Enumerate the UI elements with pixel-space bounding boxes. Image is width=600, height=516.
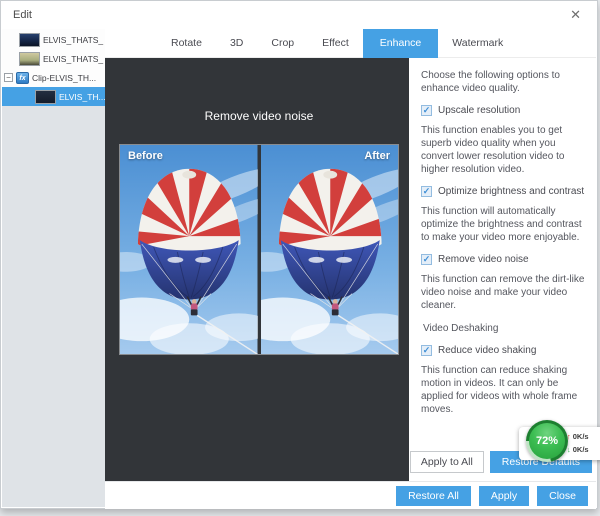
sidebar-item-video-1[interactable]: ELVIS_THATS_ xyxy=(2,30,105,49)
sidebar-item-video-2[interactable]: ELVIS_THATS_ xyxy=(2,49,105,68)
restore-all-button[interactable]: Restore All xyxy=(396,486,471,506)
sidebar-item-clip-selected[interactable]: ELVIS_TH... xyxy=(2,87,105,106)
option-description: This function enables you to get superb … xyxy=(421,124,588,176)
upload-speed-row: ↑0K/s xyxy=(567,430,589,443)
download-speed-value: 0K/s xyxy=(573,445,589,454)
tab-effect[interactable]: Effect xyxy=(308,29,363,58)
progress-badge[interactable]: 72% xyxy=(526,420,568,462)
download-arrow-icon: ↓ xyxy=(567,445,571,454)
video-label: ELVIS_THATS_ xyxy=(43,35,103,45)
tab-enhance[interactable]: Enhance xyxy=(363,29,438,58)
before-image: Before xyxy=(120,145,258,354)
option-optimize-brightness[interactable]: ✓ Optimize brightness and contrast xyxy=(421,185,588,198)
media-tree: ELVIS_THATS_ ELVIS_THATS_ − fx Clip-ELVI… xyxy=(2,29,105,106)
speed-stats: ↑0K/s ↓0K/s xyxy=(567,430,589,456)
close-button[interactable]: Close xyxy=(537,486,588,506)
tab-3d[interactable]: 3D xyxy=(216,29,257,58)
before-label: Before xyxy=(128,150,163,162)
upload-speed-value: 0K/s xyxy=(573,432,589,441)
parasail-scene xyxy=(120,145,258,354)
dialog-title: Edit xyxy=(13,9,32,21)
sidebar-item-clip-group[interactable]: − fx Clip-ELVIS_TH... xyxy=(2,68,105,87)
option-description: This function can reduce shaking motion … xyxy=(421,364,588,416)
after-label: After xyxy=(364,150,390,162)
edit-dialog: Edit ✕ ELVIS_THATS_ ELVIS_THATS_ − fx Cl… xyxy=(0,0,598,509)
media-sidebar: ELVIS_THATS_ ELVIS_THATS_ − fx Clip-ELVI… xyxy=(2,29,105,507)
option-upscale-resolution[interactable]: ✓ Upscale resolution xyxy=(421,104,588,117)
video-thumbnail xyxy=(19,33,40,47)
tab-rotate[interactable]: Rotate xyxy=(157,29,216,58)
checkbox-checked-icon[interactable]: ✓ xyxy=(421,345,432,356)
preview-title: Remove video noise xyxy=(119,109,399,123)
video-label: ELVIS_THATS_ xyxy=(43,54,103,64)
clip-icon: fx xyxy=(16,72,29,84)
apply-to-all-button[interactable]: Apply to All xyxy=(410,451,484,473)
option-description: This function can remove the dirt-like v… xyxy=(421,273,588,312)
intro-text: Choose the following options to enhance … xyxy=(421,69,588,95)
collapse-icon[interactable]: − xyxy=(4,73,13,82)
tab-crop[interactable]: Crop xyxy=(257,29,308,58)
checkbox-checked-icon[interactable]: ✓ xyxy=(421,254,432,265)
option-reduce-shaking[interactable]: ✓ Reduce video shaking xyxy=(421,344,588,357)
tab-bar: Rotate 3D Crop Effect Enhance Watermark xyxy=(105,29,596,58)
before-after-compare: Before xyxy=(119,144,399,355)
after-image: After xyxy=(261,145,399,354)
checkbox-checked-icon[interactable]: ✓ xyxy=(421,105,432,116)
screen: Edit ✕ ELVIS_THATS_ ELVIS_THATS_ − fx Cl… xyxy=(0,0,600,516)
tab-watermark[interactable]: Watermark xyxy=(438,29,517,58)
close-icon[interactable]: ✕ xyxy=(570,8,581,22)
checkbox-checked-icon[interactable]: ✓ xyxy=(421,186,432,197)
title-bar: Edit ✕ xyxy=(1,1,597,29)
enhance-options-panel: Choose the following options to enhance … xyxy=(409,58,596,481)
option-remove-noise[interactable]: ✓ Remove video noise xyxy=(421,253,588,266)
apply-button[interactable]: Apply xyxy=(479,486,529,506)
video-thumbnail xyxy=(19,52,40,66)
dialog-footer: Restore All Apply Close xyxy=(105,481,596,509)
clip-label: ELVIS_TH... xyxy=(59,92,105,102)
clip-thumbnail xyxy=(35,90,56,104)
deshaking-section-title: Video Deshaking xyxy=(423,322,588,335)
parasail-scene xyxy=(261,145,399,354)
download-speed-row: ↓0K/s xyxy=(567,443,589,456)
option-description: This function will automatically optimiz… xyxy=(421,205,588,244)
preview-area: Remove video noise xyxy=(105,58,409,481)
clip-group-label: Clip-ELVIS_TH... xyxy=(32,73,96,83)
progress-percent: 72% xyxy=(529,423,565,459)
